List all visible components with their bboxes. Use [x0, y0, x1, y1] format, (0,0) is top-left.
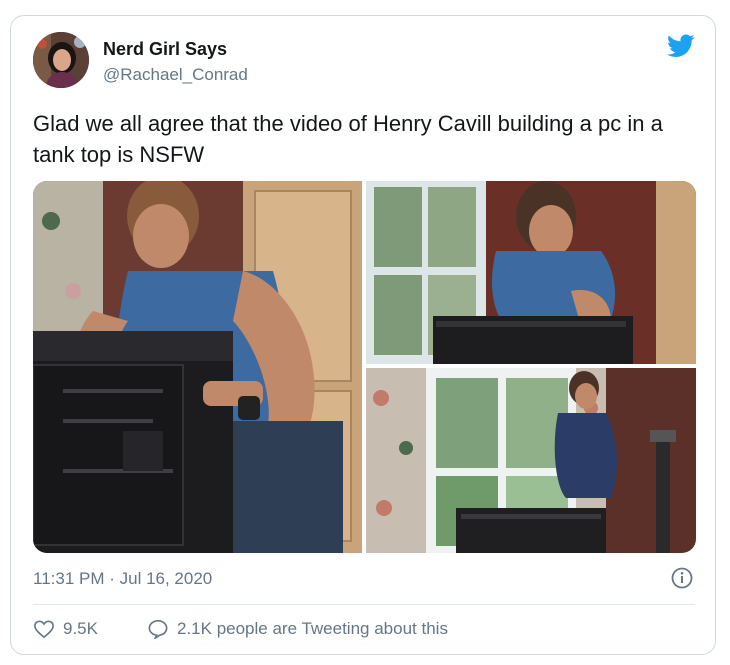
photo-1[interactable]: [33, 181, 362, 553]
tweet-card: Nerd Girl Says @Rachael_Conrad Glad we a…: [10, 15, 716, 655]
twitter-bird-icon[interactable]: [667, 34, 695, 58]
heart-icon: [34, 620, 54, 639]
author-name[interactable]: Nerd Girl Says: [103, 39, 227, 60]
tweeting-about-link[interactable]: 2.1K people are Tweeting about this: [147, 619, 448, 639]
tweet-text: Glad we all agree that the video of Henr…: [33, 111, 663, 167]
tweeting-about-text: 2.1K people are Tweeting about this: [177, 619, 448, 638]
photo-2[interactable]: [366, 181, 696, 364]
info-icon[interactable]: [671, 567, 693, 589]
media-grid: [33, 181, 696, 553]
like-button[interactable]: 9.5K: [33, 619, 98, 639]
like-count: 9.5K: [63, 619, 98, 638]
author-handle[interactable]: @Rachael_Conrad: [103, 65, 248, 85]
speech-bubble-icon: [148, 619, 168, 639]
tweet-timestamp[interactable]: 11:31 PM · Jul 16, 2020: [33, 569, 212, 589]
photo-3[interactable]: [366, 368, 696, 553]
divider: [33, 604, 695, 605]
avatar[interactable]: [33, 32, 89, 88]
